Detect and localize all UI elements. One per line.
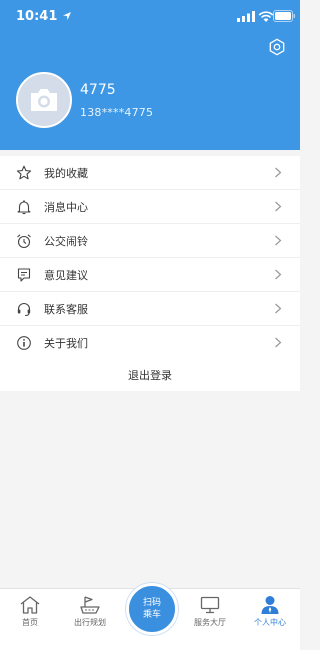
tab-service-hall[interactable]: 服务大厅 <box>180 595 240 628</box>
menu-item-customer-service[interactable]: 联系客服 <box>0 292 300 326</box>
tab-trip-plan[interactable]: 出行规划 <box>60 595 120 628</box>
menu-item-label: 我的收藏 <box>44 166 88 180</box>
menu-item-messages[interactable]: 消息中心 <box>0 190 300 224</box>
tab-label: 出行规划 <box>74 618 106 627</box>
profile-menu: 我的收藏 消息中心 公交闹铃 意见建议 联系客服 关于我们 <box>0 156 300 359</box>
scan-label-line2: 乘车 <box>142 610 161 620</box>
tab-profile[interactable]: 个人中心 <box>240 595 300 628</box>
wifi-icon <box>258 11 274 22</box>
chevron-right-icon <box>275 235 282 246</box>
status-time: 10:41 <box>16 9 58 24</box>
menu-item-label: 消息中心 <box>44 200 88 214</box>
menu-item-bus-alarm[interactable]: 公交闹铃 <box>0 224 300 258</box>
star-icon <box>16 165 32 179</box>
home-icon <box>20 596 40 614</box>
chevron-right-icon <box>275 337 282 348</box>
avatar[interactable] <box>16 72 72 128</box>
chevron-right-icon <box>275 269 282 280</box>
alarm-clock-icon <box>17 233 31 248</box>
menu-item-feedback[interactable]: 意见建议 <box>0 258 300 292</box>
info-icon <box>17 335 31 350</box>
logout-button[interactable]: 退出登录 <box>0 359 300 391</box>
status-bar: 10:41 <box>0 8 300 28</box>
location-arrow-icon <box>63 12 71 20</box>
menu-item-label: 公交闹铃 <box>44 234 88 248</box>
camera-icon <box>31 89 57 111</box>
menu-item-label: 意见建议 <box>44 268 88 282</box>
menu-item-about-us[interactable]: 关于我们 <box>0 326 300 359</box>
profile-header: 10:41 4775 138****4775 <box>0 0 300 150</box>
feedback-icon <box>17 267 31 282</box>
scan-label-line1: 扫码 <box>142 598 161 608</box>
settings-gear-icon[interactable] <box>268 38 286 56</box>
username: 4775 <box>80 82 116 98</box>
tab-label: 服务大厅 <box>194 618 226 627</box>
chevron-right-icon <box>275 167 282 178</box>
tab-label: 首页 <box>22 618 38 627</box>
phone-number: 138****4775 <box>80 106 154 119</box>
menu-item-label: 联系客服 <box>44 302 88 316</box>
cellular-signal-icon <box>237 11 255 22</box>
headset-icon <box>17 302 31 316</box>
menu-item-favorites[interactable]: 我的收藏 <box>0 156 300 190</box>
user-icon <box>261 596 279 614</box>
chevron-right-icon <box>275 201 282 212</box>
monitor-icon <box>200 596 220 614</box>
chevron-right-icon <box>275 303 282 314</box>
bell-icon <box>17 199 31 214</box>
route-icon <box>80 596 100 614</box>
battery-icon <box>273 10 295 22</box>
scan-to-ride-button[interactable]: 扫码 乘车 <box>126 583 178 635</box>
tab-home[interactable]: 首页 <box>0 595 60 628</box>
menu-item-label: 关于我们 <box>44 336 88 350</box>
tab-label: 个人中心 <box>254 618 286 627</box>
